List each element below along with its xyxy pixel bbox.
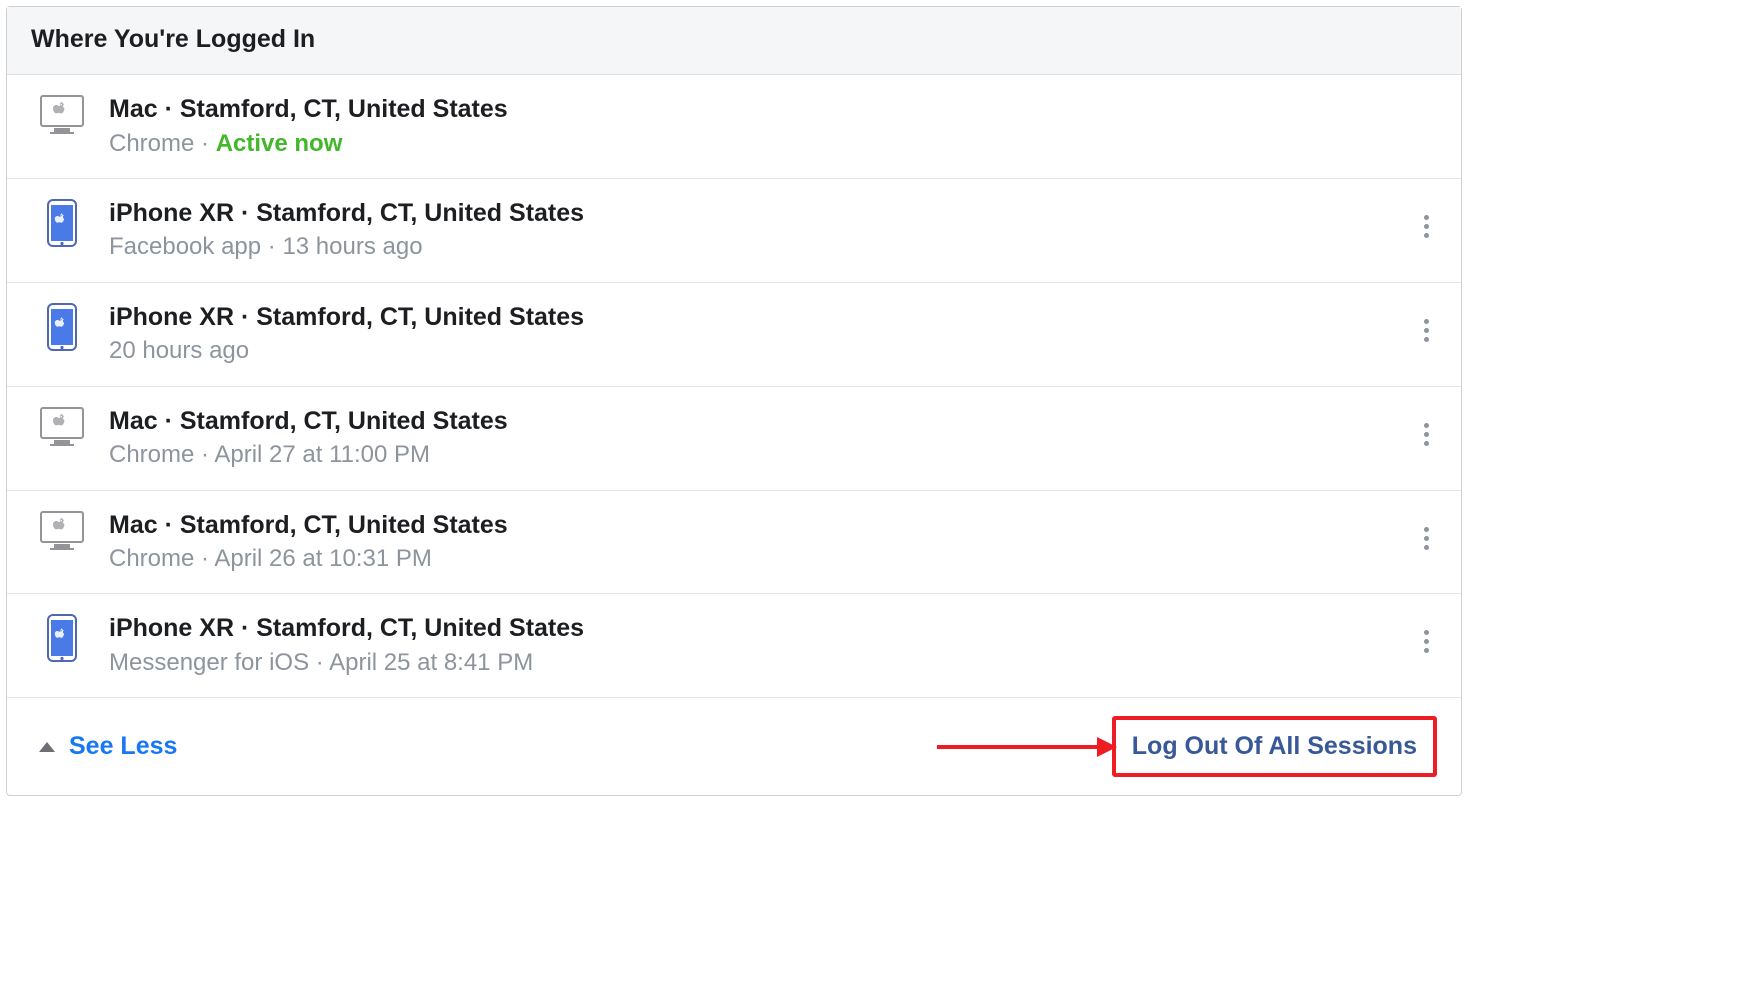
desktop-device-icon [39, 93, 85, 135]
session-device: iPhone XR [109, 614, 234, 642]
see-less-label: See Less [69, 732, 177, 761]
desktop-icon [40, 511, 84, 551]
annotation-arrow-icon [937, 734, 1117, 760]
panel-header: Where You're Logged In [7, 7, 1461, 75]
session-row: Mac · Stamford, CT, United StatesChrome … [7, 387, 1461, 491]
session-title: iPhone XR · Stamford, CT, United States [109, 301, 1411, 334]
mobile-device-icon [39, 197, 85, 247]
session-row: iPhone XR · Stamford, CT, United StatesM… [7, 594, 1461, 698]
session-subtitle: 20 hours ago [109, 333, 1411, 367]
caret-up-icon [39, 742, 55, 752]
panel-footer: See Less Log Out Of All Sessions [7, 698, 1461, 795]
desktop-icon [40, 95, 84, 135]
dots-icon [1424, 423, 1429, 428]
session-subtitle: Messenger for iOS · April 25 at 8:41 PM [109, 645, 1411, 679]
desktop-device-icon [39, 405, 85, 447]
session-location: Stamford, CT, United States [256, 303, 584, 331]
session-body: Mac · Stamford, CT, United StatesChrome … [85, 509, 1411, 576]
see-less-toggle[interactable]: See Less [39, 732, 177, 761]
session-app: Facebook app [109, 233, 261, 260]
session-title: Mac · Stamford, CT, United States [109, 93, 1441, 126]
session-body: iPhone XR · Stamford, CT, United States 2… [85, 301, 1411, 368]
session-title: Mac · Stamford, CT, United States [109, 405, 1411, 438]
session-location: Stamford, CT, United States [180, 511, 508, 539]
dots-icon [1424, 215, 1429, 220]
session-subtitle: Chrome · Active now [109, 126, 1441, 160]
session-location: Stamford, CT, United States [256, 199, 584, 227]
session-title: iPhone XR · Stamford, CT, United States [109, 612, 1411, 645]
session-title: Mac · Stamford, CT, United States [109, 509, 1411, 542]
session-time: April 27 at 11:00 PM [214, 441, 430, 468]
session-row: iPhone XR · Stamford, CT, United States 2… [7, 283, 1461, 387]
session-device: Mac [109, 407, 158, 435]
session-location: Stamford, CT, United States [256, 614, 584, 642]
dots-icon [1424, 527, 1429, 532]
phone-icon [47, 303, 77, 351]
session-device: Mac [109, 95, 158, 123]
session-subtitle: Chrome · April 27 at 11:00 PM [109, 437, 1411, 471]
session-location: Stamford, CT, United States [180, 407, 508, 435]
session-app: Messenger for iOS [109, 649, 309, 676]
session-location: Stamford, CT, United States [180, 95, 508, 123]
session-menu-button[interactable] [1411, 197, 1441, 238]
session-time: April 25 at 8:41 PM [329, 649, 533, 676]
logged-in-panel: Where You're Logged In Mac · Stamford, C… [6, 6, 1462, 796]
session-menu-button[interactable] [1411, 301, 1441, 342]
session-menu-button[interactable] [1411, 405, 1441, 446]
session-time: 13 hours ago [282, 233, 422, 260]
session-time: April 26 at 10:31 PM [214, 545, 431, 572]
session-row: Mac · Stamford, CT, United StatesChrome … [7, 75, 1461, 179]
session-app: Chrome [109, 441, 194, 468]
session-subtitle: Chrome · April 26 at 10:31 PM [109, 541, 1411, 575]
desktop-icon [40, 407, 84, 447]
logout-wrap: Log Out Of All Sessions [1112, 716, 1437, 777]
session-device: iPhone XR [109, 303, 234, 331]
session-body: iPhone XR · Stamford, CT, United StatesF… [85, 197, 1411, 264]
session-row: iPhone XR · Stamford, CT, United StatesF… [7, 179, 1461, 283]
session-row: Mac · Stamford, CT, United StatesChrome … [7, 491, 1461, 595]
session-body: Mac · Stamford, CT, United StatesChrome … [85, 405, 1411, 472]
session-time: 20 hours ago [109, 337, 249, 364]
session-menu-button[interactable] [1411, 509, 1441, 550]
desktop-device-icon [39, 509, 85, 551]
phone-icon [47, 199, 77, 247]
session-subtitle: Facebook app · 13 hours ago [109, 229, 1411, 263]
session-body: iPhone XR · Stamford, CT, United StatesM… [85, 612, 1411, 679]
mobile-device-icon [39, 612, 85, 662]
logout-all-sessions-button[interactable]: Log Out Of All Sessions [1112, 716, 1437, 777]
session-title: iPhone XR · Stamford, CT, United States [109, 197, 1411, 230]
phone-icon [47, 614, 77, 662]
panel-title: Where You're Logged In [31, 25, 1437, 54]
session-device: iPhone XR [109, 199, 234, 227]
dots-icon [1424, 630, 1429, 635]
session-app: Chrome [109, 130, 194, 157]
sessions-list: Mac · Stamford, CT, United StatesChrome … [7, 75, 1461, 698]
dots-icon [1424, 319, 1429, 324]
session-menu-button[interactable] [1411, 612, 1441, 653]
mobile-device-icon [39, 301, 85, 351]
session-body: Mac · Stamford, CT, United StatesChrome … [85, 93, 1441, 160]
session-device: Mac [109, 511, 158, 539]
session-app: Chrome [109, 545, 194, 572]
session-status-active: Active now [216, 130, 343, 157]
